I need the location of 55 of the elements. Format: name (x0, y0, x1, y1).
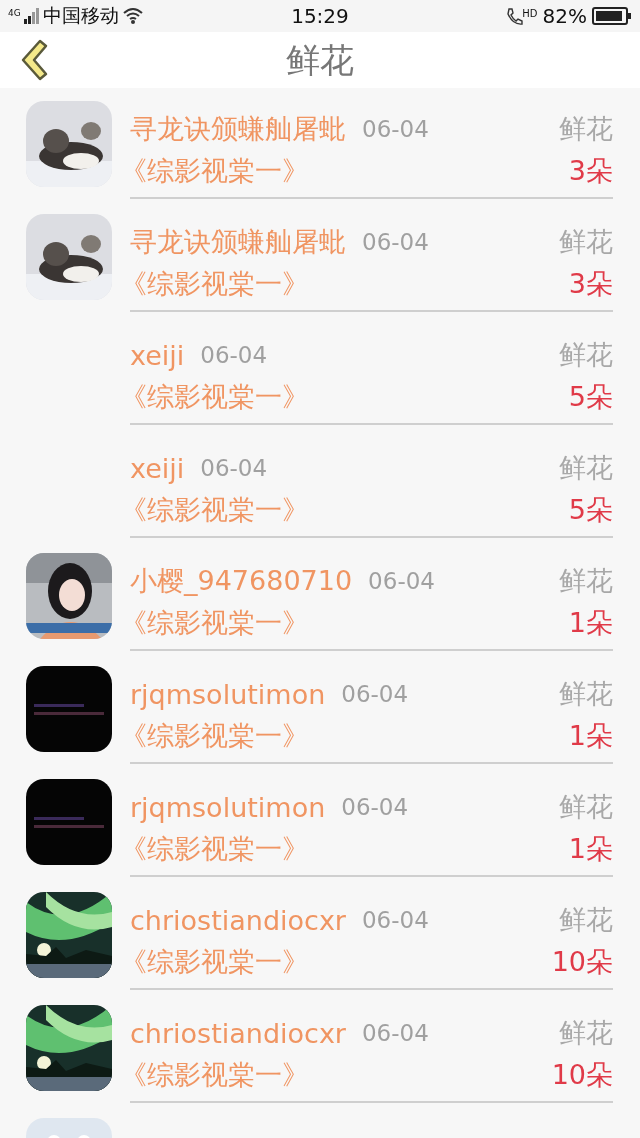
gift-label: 鲜花 (559, 903, 613, 937)
user-name: xeiji (130, 452, 185, 484)
date-text: 06-04 (362, 116, 429, 142)
date-text: 06-04 (200, 455, 268, 481)
gift-label: 鲜花 (559, 451, 613, 485)
work-title: 《综影视棠一》 (120, 267, 309, 301)
work-title: 《综影视棠一》 (120, 719, 309, 753)
user-name: 小樱_947680710 (130, 564, 353, 598)
page-title: 鲜花 (285, 39, 355, 82)
gift-label: 鲜花 (559, 1016, 613, 1050)
date-text: 06-04 (362, 907, 429, 933)
gift-count: 10朵 (551, 1058, 613, 1092)
gift-count: 3朵 (568, 267, 613, 301)
work-title: 《综影视棠一》 (120, 606, 309, 640)
wifi-icon (121, 7, 144, 25)
gift-count: 1朵 (568, 606, 613, 640)
work-title: 《综影视棠一》 (120, 1058, 309, 1092)
signal-icon (23, 8, 40, 24)
user-name: chriostiandiocxr (130, 904, 346, 936)
gift-label: 鲜花 (559, 112, 613, 146)
gift-count: 5朵 (568, 380, 613, 414)
gift-label: 鲜花 (559, 677, 613, 711)
date-text: 06-04 (362, 229, 429, 255)
gift-count: 1朵 (568, 832, 613, 866)
gift-count: 1朵 (568, 719, 613, 753)
user-name: 寻龙诀颁螊舢屠蚍 (130, 225, 346, 259)
network-type: 4G (8, 8, 21, 18)
date-text: 06-04 (341, 681, 409, 707)
user-name: chriostiandiocxr (130, 1017, 346, 1049)
work-title: 《综影视棠一》 (120, 154, 309, 188)
battery-icon (592, 7, 632, 25)
user-name: rjqmsolutimon (130, 791, 326, 823)
date-text: 06-04 (341, 794, 409, 820)
date-text: 06-04 (368, 568, 435, 594)
work-title: 《综影视棠一》 (120, 380, 309, 414)
gift-label: 鲜花 (559, 564, 613, 598)
gift-label: 鲜花 (559, 225, 613, 259)
work-title: 《综影视棠一》 (120, 493, 309, 527)
battery-level: 82% (542, 4, 587, 28)
hd-label: HD (522, 8, 538, 19)
date-text: 06-04 (362, 1020, 429, 1046)
gift-count: 3朵 (568, 154, 613, 188)
work-title: 《综影视棠一》 (120, 945, 309, 979)
user-name: 寻龙诀颁螊舢屠蚍 (130, 112, 346, 146)
user-name: rjqmsolutimon (130, 678, 326, 710)
gift-label: 鲜花 (559, 790, 613, 824)
gift-label: 鲜花 (559, 338, 613, 372)
phone-icon (505, 6, 524, 26)
work-title: 《综影视棠一》 (120, 832, 309, 866)
date-text: 06-04 (200, 342, 268, 368)
gift-count: 10朵 (551, 945, 613, 979)
carrier-name: 中国移动 (42, 3, 119, 28)
user-name: xeiji (130, 339, 185, 371)
clock: 15:29 (291, 4, 349, 28)
gift-count: 5朵 (568, 493, 613, 527)
